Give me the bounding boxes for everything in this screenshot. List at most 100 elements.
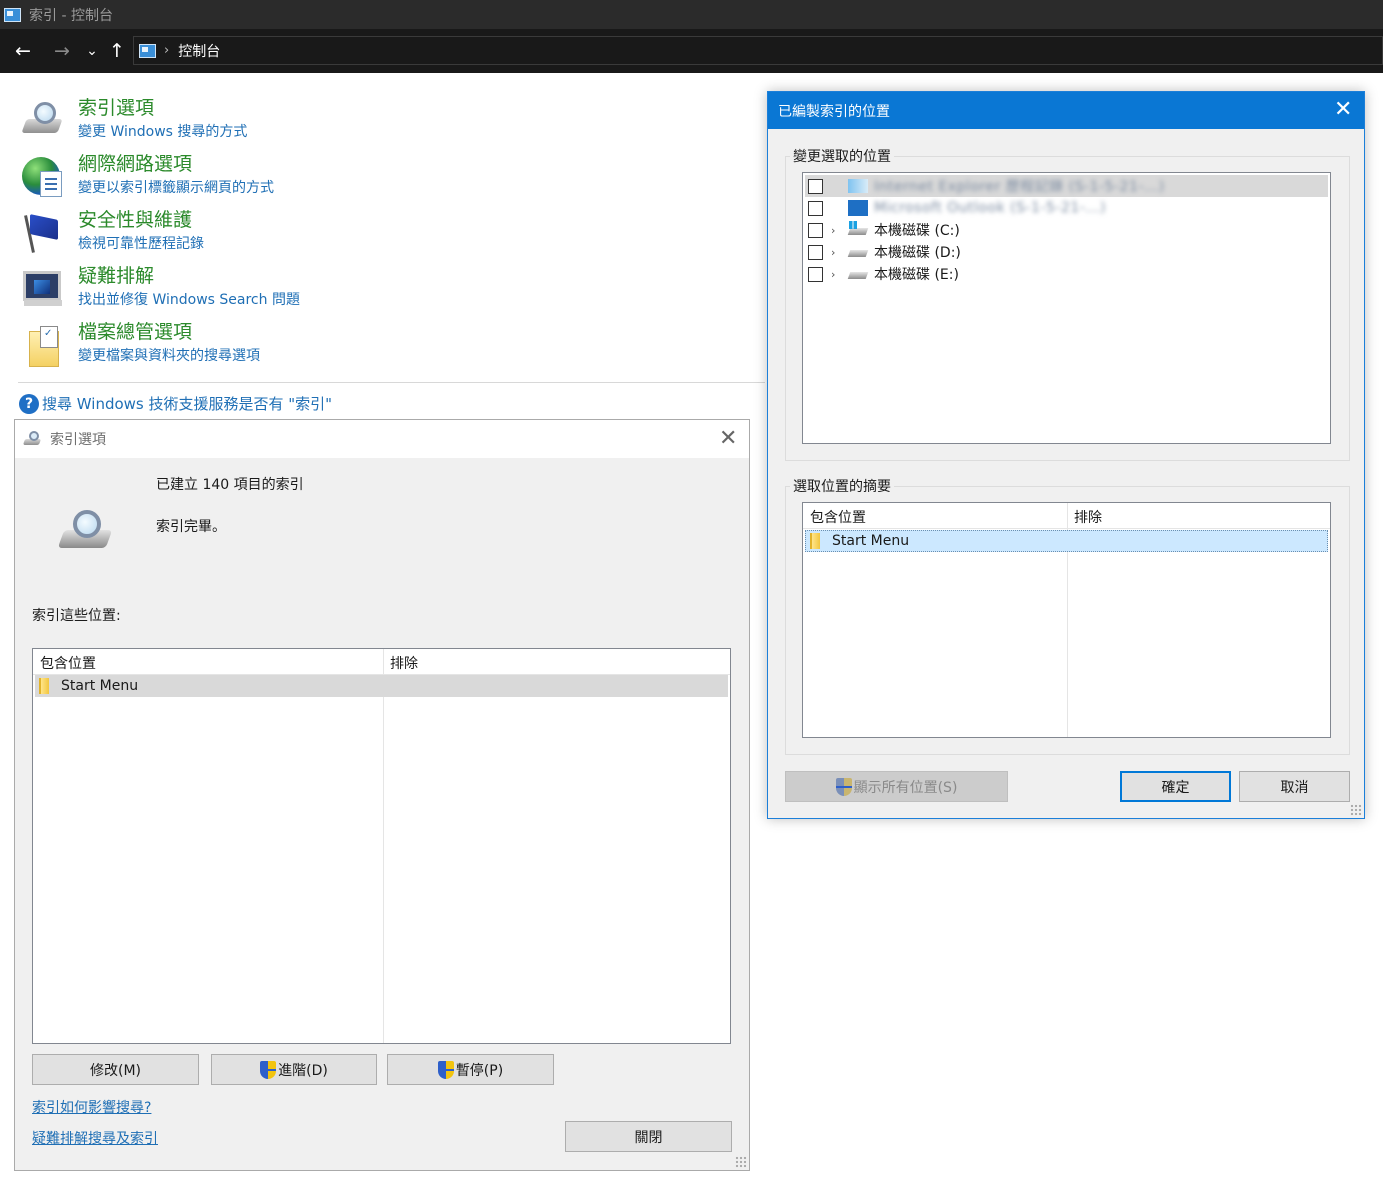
summary-label: 選取位置的摘要 [790, 476, 894, 496]
expand-chevron-icon[interactable]: › [831, 246, 843, 259]
tree-item[interactable]: › 本機磁碟 (C:) [805, 219, 1328, 241]
up-arrow-icon[interactable]: ↑ [105, 38, 129, 64]
modify-button-label: 修改(M) [89, 1062, 141, 1079]
pause-button-label: 暫停(P) [455, 1062, 504, 1079]
how-indexing-affects-search-link[interactable]: 索引如何影響搜尋? [32, 1097, 151, 1117]
windows-help-search-link[interactable]: ? 搜尋 Windows 技術支援服務是否有 "索引" [19, 393, 332, 414]
ok-button-label: 確定 [1161, 779, 1190, 796]
cp-item-troubleshooting: 疑難排解 找出並修復 Windows Search 問題 [20, 264, 300, 311]
tree-item-label: 本機磁碟 (D:) [874, 245, 961, 261]
troubleshooting-icon [20, 267, 64, 311]
control-panel-icon [139, 43, 156, 58]
cp-item-subtitle[interactable]: 檢視可靠性歷程記錄 [78, 233, 204, 255]
troubleshoot-search-indexing-link[interactable]: 疑難排解搜尋及索引 [32, 1128, 158, 1148]
cp-item-subtitle[interactable]: 變更檔案與資料夾的搜尋選項 [78, 345, 260, 367]
indexing-options-dialog: 索引選項 ✕ 已建立 140 項目的索引 索引完畢。 索引這些位置: 包含位置 … [14, 419, 750, 1171]
column-header-included[interactable]: 包含位置 [40, 653, 96, 673]
checkbox[interactable] [808, 266, 823, 282]
indexed-locations-dialog: 已編製索引的位置 ✕ 變更選取的位置 Internet Explorer 歷程記… [767, 91, 1365, 819]
cp-item-indexing-options: 索引選項 變更 Windows 搜尋的方式 [20, 96, 247, 143]
column-header-excluded[interactable]: 排除 [390, 653, 418, 673]
table-row[interactable]: Start Menu [805, 530, 1328, 552]
dialog-title-bar[interactable]: 已編製索引的位置 [768, 92, 1364, 129]
control-panel-icon [4, 7, 21, 22]
address-bar[interactable]: › 控制台 [133, 36, 1383, 65]
resize-grip-icon[interactable] [1350, 804, 1362, 816]
index-item-count: 已建立 140 項目的索引 [156, 477, 304, 493]
recent-locations-chevron-icon[interactable]: ⌄ [80, 38, 104, 64]
tree-item[interactable]: › 本機磁碟 (D:) [805, 241, 1328, 263]
cp-item-file-explorer-options: 檔案總管選項 變更檔案與資料夾的搜尋選項 [20, 320, 260, 367]
show-all-locations-button[interactable]: 顯示所有位置(S) [785, 771, 1008, 802]
checkbox[interactable] [808, 244, 823, 260]
internet-options-icon [20, 155, 64, 199]
column-header-included[interactable]: 包含位置 [810, 507, 866, 527]
dialog-title-bar[interactable]: 索引選項 [15, 420, 749, 458]
cp-item-subtitle[interactable]: 變更以索引標籤顯示網頁的方式 [78, 177, 274, 199]
resize-grip-icon[interactable] [735, 1156, 747, 1168]
pause-button[interactable]: 暫停(P) [387, 1054, 554, 1085]
indexing-options-icon [22, 431, 42, 447]
help-question-icon: ? [19, 393, 39, 414]
tree-item-label: 本機磁碟 (C:) [874, 223, 960, 239]
cp-item-subtitle[interactable]: 找出並修復 Windows Search 問題 [78, 289, 300, 311]
dialog-title: 索引選項 [50, 432, 106, 448]
indexing-options-icon [20, 99, 64, 143]
tree-item[interactable]: Internet Explorer 歷程記錄 (S-1-5-21-...) [805, 175, 1328, 197]
window-title-bar: 索引 - 控制台 [0, 0, 1383, 29]
index-locations-list[interactable]: 包含位置 排除 Start Menu [32, 648, 731, 1044]
tree-item-label: 本機磁碟 (E:) [874, 267, 959, 283]
help-link-text[interactable]: 搜尋 Windows 技術支援服務是否有 "索引" [42, 393, 332, 414]
breadcrumb-control-panel[interactable]: 控制台 [178, 41, 220, 61]
close-button[interactable]: 關閉 [565, 1121, 732, 1152]
ok-button[interactable]: 確定 [1120, 771, 1231, 802]
close-icon[interactable]: ✕ [719, 428, 737, 450]
checkbox[interactable] [808, 222, 823, 238]
dialog-title: 已編製索引的位置 [778, 103, 890, 120]
expand-chevron-icon[interactable]: › [831, 268, 843, 281]
checkbox[interactable] [808, 178, 823, 194]
row-included-location: Start Menu [832, 533, 910, 549]
close-button-label: 關閉 [634, 1129, 663, 1146]
back-arrow-icon[interactable]: ← [11, 38, 35, 64]
forward-arrow-icon[interactable]: → [50, 38, 74, 64]
change-locations-label: 變更選取的位置 [790, 146, 894, 166]
cp-item-subtitle[interactable]: 變更 Windows 搜尋的方式 [78, 121, 247, 143]
cp-item-title[interactable]: 網際網路選項 [78, 152, 274, 177]
show-all-locations-label: 顯示所有位置(S) [853, 779, 958, 796]
column-header-excluded[interactable]: 排除 [1074, 507, 1102, 527]
windows-drive-icon [848, 221, 868, 236]
close-icon[interactable]: ✕ [1334, 99, 1352, 121]
cancel-button[interactable]: 取消 [1239, 771, 1350, 802]
summary-list[interactable]: 包含位置 排除 Start Menu [802, 502, 1331, 738]
security-maintenance-flag-icon [20, 211, 64, 255]
ie-history-icon [848, 179, 868, 193]
cp-item-internet-options: 網際網路選項 變更以索引標籤顯示網頁的方式 [20, 152, 274, 199]
uac-shield-icon [835, 777, 852, 796]
advanced-button[interactable]: 進階(D) [211, 1054, 377, 1085]
locations-tree[interactable]: Internet Explorer 歷程記錄 (S-1-5-21-...) Mi… [802, 172, 1331, 444]
table-row[interactable]: Start Menu [35, 675, 728, 697]
cp-item-title[interactable]: 疑難排解 [78, 264, 300, 289]
index-status: 索引完畢。 [156, 519, 226, 535]
checkbox[interactable] [808, 200, 823, 216]
cp-item-title[interactable]: 索引選項 [78, 96, 247, 121]
modify-button[interactable]: 修改(M) [32, 1054, 199, 1085]
section-divider [18, 382, 765, 383]
tree-item[interactable]: › 本機磁碟 (E:) [805, 263, 1328, 285]
cp-item-title[interactable]: 檔案總管選項 [78, 320, 260, 345]
file-explorer-options-icon [20, 323, 64, 367]
row-included-location: Start Menu [61, 678, 139, 694]
drive-icon [848, 246, 868, 258]
index-locations-label: 索引這些位置: [32, 608, 121, 624]
expand-chevron-icon[interactable]: › [831, 224, 843, 237]
tree-item[interactable]: Microsoft Outlook (S-1-5-21-...) [805, 197, 1328, 219]
column-divider [383, 649, 384, 1043]
tree-item-label: Microsoft Outlook (S-1-5-21-...) [874, 200, 1107, 216]
navigation-bar: ← → ⌄ ↑ › 控制台 [0, 29, 1383, 73]
window-title: 索引 - 控制台 [29, 7, 113, 24]
folder-icon [39, 678, 49, 694]
cp-item-title[interactable]: 安全性與維護 [78, 208, 204, 233]
list-header: 包含位置 排除 [33, 649, 730, 675]
advanced-button-label: 進階(D) [278, 1062, 328, 1079]
